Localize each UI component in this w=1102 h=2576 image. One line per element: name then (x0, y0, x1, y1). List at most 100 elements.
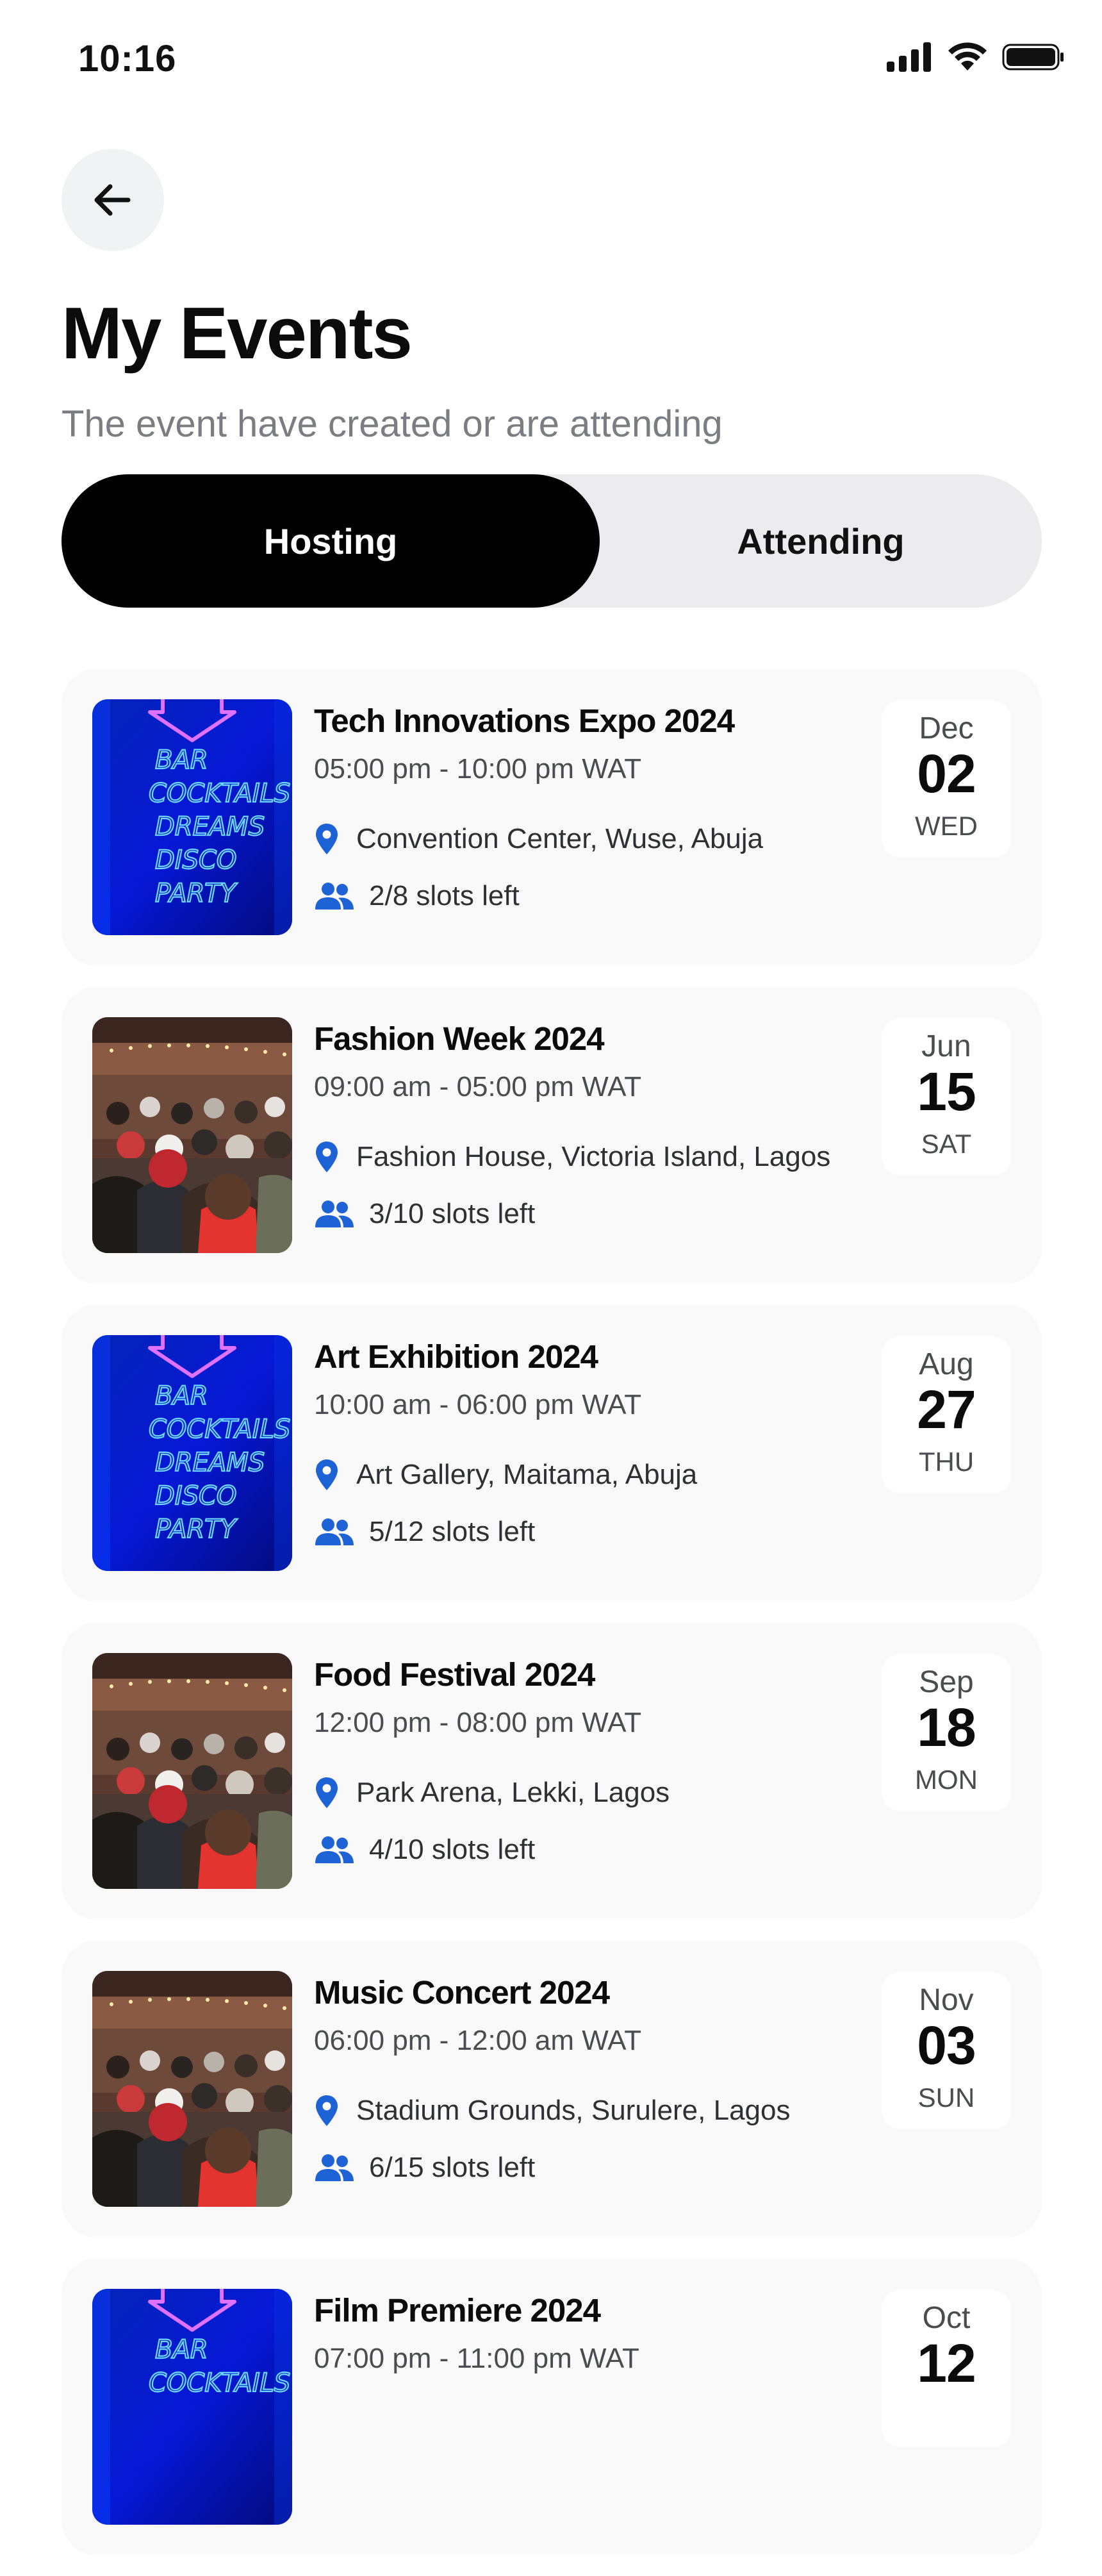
event-date-month: Oct (922, 2301, 971, 2335)
arrow-left-icon (94, 184, 131, 216)
event-location-text: Stadium Grounds, Surulere, Lagos (356, 2095, 791, 2126)
event-time: 10:00 am - 06:00 pm WAT (314, 1389, 642, 1420)
event-date-day: 12 (917, 2333, 976, 2393)
status-time: 10:16 (78, 38, 177, 79)
event-time: 12:00 pm - 08:00 pm WAT (314, 1707, 642, 1738)
event-date-weekday: SUN (917, 2082, 975, 2113)
location-pin-icon (316, 824, 338, 854)
location-pin-icon (316, 1459, 338, 1490)
neon-sign-text: COCKTAILS (149, 1415, 290, 1444)
event-date-weekday: SAT (921, 1129, 972, 1159)
event-date-day: 18 (917, 1697, 976, 1757)
event-title: Film Premiere 2024 (314, 2292, 601, 2329)
tab-attending[interactable]: Attending (600, 474, 1042, 608)
event-date-weekday: THU (918, 1447, 975, 1477)
location-pin-icon (316, 1777, 338, 1808)
event-location-text: Fashion House, Victoria Island, Lagos (356, 1141, 831, 1172)
neon-sign-text: DISCO (155, 1481, 236, 1511)
event-location: Fashion House, Victoria Island, Lagos (314, 1140, 830, 1174)
event-slots: 4/10 slots left (314, 1834, 535, 1866)
event-date-badge: Oct 12 (882, 2290, 1011, 2447)
people-icon (315, 1201, 354, 1227)
event-date-month: Aug (919, 1347, 974, 1381)
event-slots: 6/15 slots left (314, 2152, 535, 2184)
event-location-text: Art Gallery, Maitama, Abuja (356, 1459, 698, 1490)
wifi-icon (948, 42, 987, 71)
event-title: Art Exhibition 2024 (314, 1338, 598, 1375)
neon-sign-text: BAR (155, 745, 208, 775)
neon-sign-text: DREAMS (155, 1448, 265, 1477)
event-image: BAR COCKTAILS DREAMS DISCO PARTY (92, 699, 292, 935)
event-date-badge: Dec 02 WED (882, 701, 1011, 857)
event-image (92, 1653, 292, 1889)
event-slots-text: 5/12 slots left (369, 1516, 536, 1547)
neon-sign-text: BAR (155, 1381, 208, 1411)
event-location: Stadium Grounds, Surulere, Lagos (314, 2094, 791, 2127)
location-pin-icon (316, 2095, 338, 2126)
event-card[interactable]: Food Festival 2024 12:00 pm - 08:00 pm WA… (62, 1622, 1042, 1920)
event-title: Music Concert 2024 (314, 1974, 610, 2011)
tab-hosting[interactable]: Hosting (62, 474, 600, 608)
event-slots-text: 6/15 slots left (369, 2152, 536, 2183)
event-date-day: 03 (917, 2015, 976, 2075)
location-pin-icon (316, 1142, 338, 1172)
people-icon (315, 2154, 354, 2181)
event-location: Convention Center, Wuse, Abuja (314, 822, 763, 856)
event-list: BAR COCKTAILS DREAMS DISCO PARTY Tech Innova… (62, 669, 1042, 2576)
neon-sign-text: COCKTAILS (149, 779, 290, 808)
event-location: Park Arena, Lekki, Lagos (314, 1776, 670, 1809)
battery-icon (1002, 44, 1064, 71)
event-date-badge: Nov 03 SUN (882, 1972, 1011, 2129)
event-image (92, 1971, 292, 2207)
event-image (92, 1017, 292, 1253)
event-card[interactable]: Fashion Week 2024 09:00 am - 05:00 pm WAT… (62, 986, 1042, 1284)
people-icon (315, 883, 354, 910)
event-date-day: 02 (917, 744, 976, 804)
event-title: Fashion Week 2024 (314, 1020, 605, 1057)
event-title: Food Festival 2024 (314, 1656, 595, 1693)
event-date-weekday: MON (915, 1765, 978, 1795)
event-card[interactable]: BAR COCKTAILS Film Premiere 2024 07:00 pm … (62, 2258, 1042, 2555)
event-slots: 5/12 slots left (314, 1516, 535, 1548)
event-date-badge: Jun 15 SAT (882, 1018, 1011, 1175)
event-slots-text: 3/10 slots left (369, 1198, 536, 1229)
event-time: 05:00 pm - 10:00 pm WAT (314, 753, 642, 785)
event-date-day: 15 (917, 1061, 976, 1122)
status-bar: 10:16 (0, 0, 1102, 115)
event-location: Art Gallery, Maitama, Abuja (314, 1458, 697, 1492)
event-tabs: Hosting Attending (62, 474, 1042, 608)
signal-icon (887, 42, 931, 72)
event-location-text: Convention Center, Wuse, Abuja (356, 823, 764, 854)
neon-sign-text: COCKTAILS (149, 2368, 290, 2398)
neon-sign-text: DREAMS (155, 812, 265, 842)
neon-sign-text: PARTY (155, 1515, 238, 1544)
event-date-badge: Aug 27 THU (882, 1336, 1011, 1493)
event-date-badge: Sep 18 MON (882, 1654, 1011, 1811)
event-time: 07:00 pm - 11:00 pm WAT (314, 2343, 639, 2374)
event-card[interactable]: BAR COCKTAILS DREAMS DISCO PARTY Art Exhibit… (62, 1304, 1042, 1602)
page-subtitle: The event have created or are attending (62, 403, 723, 445)
event-slots: 2/8 slots left (314, 880, 520, 912)
event-date-day: 27 (917, 1379, 976, 1440)
status-icons (887, 42, 1065, 72)
event-slots-text: 4/10 slots left (369, 1834, 536, 1865)
event-card[interactable]: Music Concert 2024 06:00 pm - 12:00 am WA… (62, 1940, 1042, 2238)
event-date-month: Dec (919, 711, 974, 745)
page-title: My Events (62, 293, 413, 374)
event-slots-text: 2/8 slots left (369, 880, 520, 911)
event-card[interactable]: BAR COCKTAILS DREAMS DISCO PARTY Tech Innova… (62, 669, 1042, 966)
back-button[interactable] (62, 149, 164, 251)
event-time: 09:00 am - 05:00 pm WAT (314, 1071, 642, 1102)
event-date-month: Jun (921, 1029, 971, 1063)
event-image: BAR COCKTAILS DREAMS DISCO PARTY (92, 1335, 292, 1571)
event-time: 06:00 pm - 12:00 am WAT (314, 2025, 642, 2056)
event-location-text: Park Arena, Lekki, Lagos (356, 1777, 670, 1808)
event-date-month: Sep (919, 1665, 974, 1699)
event-slots: 3/10 slots left (314, 1198, 535, 1230)
neon-sign-text: DISCO (155, 845, 236, 875)
people-icon (315, 1836, 354, 1863)
event-title: Tech Innovations Expo 2024 (314, 702, 735, 739)
event-image: BAR COCKTAILS (92, 2289, 292, 2525)
people-icon (315, 1518, 354, 1545)
neon-sign-text: PARTY (155, 879, 238, 908)
